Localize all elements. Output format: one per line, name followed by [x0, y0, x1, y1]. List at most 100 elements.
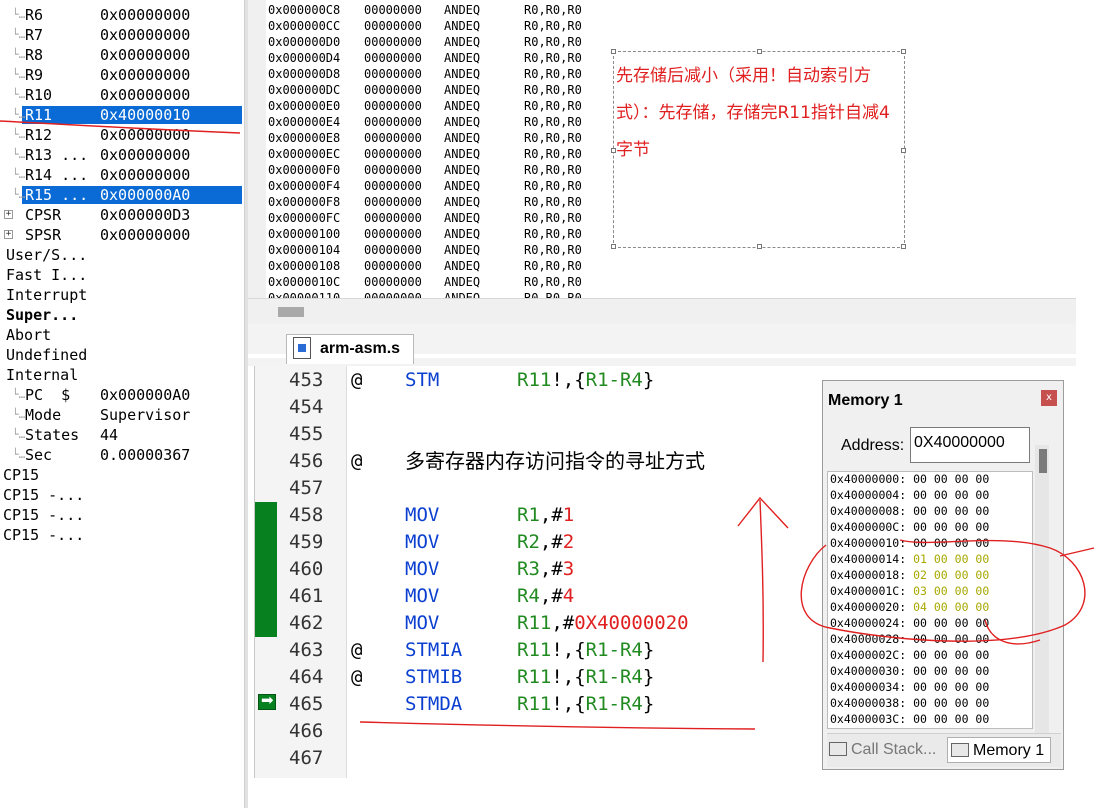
memory-row[interactable]: 0x4000000C: 00 00 00 00 [830, 519, 989, 535]
mode-label: Undefined [6, 346, 88, 364]
operand-token: R11 [517, 369, 552, 391]
disassembly-horizontal-scrollbar[interactable] [248, 298, 1076, 324]
mnemonic: MOV [405, 558, 440, 580]
scrollbar-thumb[interactable] [1039, 449, 1047, 473]
mode-row[interactable]: Abort [0, 325, 244, 345]
memory-row[interactable]: 0x40000034: 00 00 00 00 [830, 679, 989, 695]
memory-row[interactable]: 0x40000000: 00 00 00 00 [830, 472, 989, 487]
memory-row[interactable]: 0x40000018: 02 00 00 00 [830, 567, 989, 583]
operand-token: R1-R4 [585, 639, 643, 661]
memory-row[interactable]: 0x40000038: 00 00 00 00 [830, 695, 989, 711]
disassembly-gutter [248, 0, 266, 298]
dis-opcode: 00000000 [364, 195, 422, 209]
mnemonic: STMDA [405, 693, 463, 715]
annotation-note-box[interactable]: 先存储后减小（采用！自动索引方式）：先存储，存储完R11指针自减4字节 [611, 49, 906, 249]
resize-handle[interactable] [757, 49, 762, 54]
mode-row[interactable]: Fast I... [0, 265, 244, 285]
dis-opcode: 00000000 [364, 35, 422, 49]
register-row[interactable]: └… R13 ... 0x00000000 [0, 145, 244, 165]
expand-icon[interactable]: + [4, 210, 13, 219]
memory-row[interactable]: 0x40000010: 00 00 00 00 [830, 535, 989, 551]
dis-address: 0x000000D4 [268, 51, 341, 65]
comment-marker: @ [351, 666, 363, 688]
memory-row[interactable]: 0x40000014: 01 00 00 00 [830, 551, 989, 567]
cp15-row[interactable]: CP15 [0, 465, 244, 485]
register-value: 0x00000000 [100, 126, 191, 144]
dis-operands: R0,R0,R0 [524, 227, 582, 241]
tab-call-stack[interactable]: Call Stack... [829, 737, 936, 763]
register-row[interactable]: + CPSR 0x000000D3 [0, 205, 244, 225]
operands: R3,#3 [517, 556, 574, 583]
register-row[interactable]: └… R7 0x00000000 [0, 25, 244, 45]
resize-handle[interactable] [611, 244, 616, 249]
memory-vertical-scrollbar[interactable] [1035, 445, 1049, 733]
cp15-row[interactable]: CP15 -... [0, 485, 244, 505]
dis-opcode: 00000000 [364, 99, 422, 113]
scrollbar-thumb[interactable] [278, 307, 304, 317]
operand-token: R11 [517, 639, 552, 661]
memory-row[interactable]: 0x40000024: 00 00 00 00 [830, 615, 989, 631]
close-button[interactable]: x [1041, 390, 1057, 406]
line-number: 454 [289, 396, 324, 418]
line-number: 462 [289, 612, 324, 634]
tab-memory-1[interactable]: Memory 1 [947, 737, 1052, 763]
internal-row[interactable]: └… States 44 [0, 425, 244, 445]
memory-bytes: 00 00 00 00 [913, 632, 990, 646]
register-row[interactable]: └… R6 0x00000000 [0, 5, 244, 25]
dis-mnemonic: ANDEQ [444, 67, 481, 81]
internal-row[interactable]: └… Sec 0.00000367 [0, 445, 244, 465]
memory-row[interactable]: 0x40000020: 04 00 00 00 [830, 599, 989, 615]
register-row[interactable]: └… R12 0x00000000 [0, 125, 244, 145]
resize-handle[interactable] [757, 244, 762, 249]
comment-marker: @ [351, 450, 363, 472]
register-row[interactable]: └… R9 0x00000000 [0, 65, 244, 85]
operand-token: R11 [517, 693, 552, 715]
register-row[interactable]: └… R15 ... 0x000000A0 [0, 185, 244, 205]
operand-token: ,# [551, 612, 575, 634]
dis-mnemonic: ANDEQ [444, 83, 481, 97]
comment-marker: @ [351, 639, 363, 661]
register-value: 0x40000010 [100, 106, 191, 124]
register-row[interactable]: └… R11 0x40000010 [0, 105, 244, 125]
internal-value: 44 [100, 426, 119, 444]
memory-row[interactable]: 0x4000002C: 00 00 00 00 [830, 647, 989, 663]
mode-row[interactable]: Interrupt [0, 285, 244, 305]
memory-row[interactable]: 0x40000028: 00 00 00 00 [830, 631, 989, 647]
memory-row[interactable]: 0x40000004: 00 00 00 00 [830, 487, 989, 503]
mode-row[interactable]: Super... [0, 305, 244, 325]
operand-token: R1-R4 [585, 666, 643, 688]
operand-token: ,# [539, 504, 563, 526]
dis-opcode: 00000000 [364, 147, 422, 161]
address-input[interactable]: 0X40000000 [910, 427, 1030, 463]
expand-icon[interactable]: + [4, 230, 13, 239]
resize-handle[interactable] [901, 49, 906, 54]
resize-handle[interactable] [611, 49, 616, 54]
resize-handle[interactable] [901, 244, 906, 249]
memory-row[interactable]: 0x4000003C: 00 00 00 00 [830, 711, 989, 727]
line-number: 453 [289, 369, 324, 391]
cp15-row[interactable]: CP15 -... [0, 505, 244, 525]
line-number: 464 [289, 666, 324, 688]
register-row[interactable]: └… R10 0x00000000 [0, 85, 244, 105]
register-row[interactable]: └… R8 0x00000000 [0, 45, 244, 65]
register-row[interactable]: └… R14 ... 0x00000000 [0, 165, 244, 185]
memory-row[interactable]: 0x40000030: 00 00 00 00 [830, 663, 989, 679]
tab-arm-asm-s[interactable]: arm-asm.s [286, 334, 414, 364]
memory-row[interactable]: 0x40000008: 00 00 00 00 [830, 503, 989, 519]
code-comment: 多寄存器内存访问指令的寻址方式 [405, 449, 705, 473]
internal-row[interactable]: └… Mode Supervisor [0, 405, 244, 425]
register-row[interactable]: + SPSR 0x00000000 [0, 225, 244, 245]
operand-token: R11 [517, 666, 552, 688]
operand-token: R1-R4 [585, 693, 643, 715]
dis-opcode: 00000000 [364, 67, 422, 81]
dis-address: 0x000000D0 [268, 35, 341, 49]
memory-bytes: 00 00 00 00 [913, 536, 990, 550]
mode-row[interactable]: Internal [0, 365, 244, 385]
mode-row[interactable]: Undefined [0, 345, 244, 365]
mode-row[interactable]: User/S... [0, 245, 244, 265]
memory-address: 0x40000024: [830, 616, 907, 630]
cp15-row[interactable]: CP15 -... [0, 525, 244, 545]
internal-row[interactable]: └… PC $0x000000A0 [0, 385, 244, 405]
memory-row[interactable]: 0x4000001C: 03 00 00 00 [830, 583, 989, 599]
dis-mnemonic: ANDEQ [444, 195, 481, 209]
